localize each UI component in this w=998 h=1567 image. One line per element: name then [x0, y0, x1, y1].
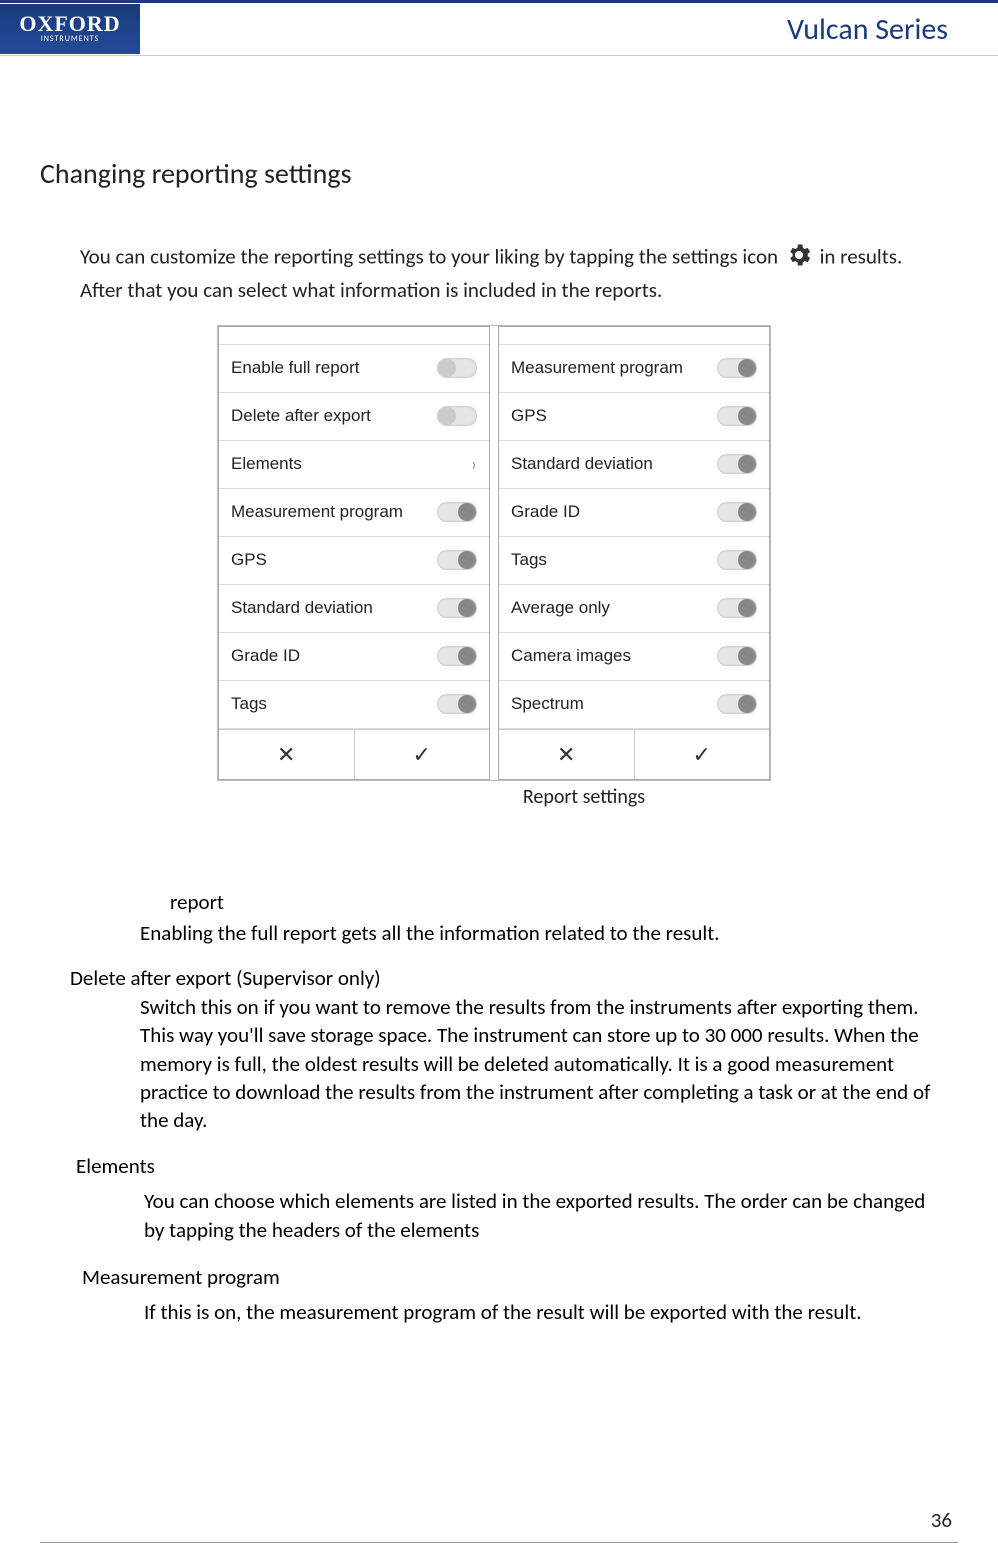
page-content: Changing reporting settings You can cust…	[0, 56, 998, 1327]
toggle-icon[interactable]	[437, 358, 477, 378]
cancel-button[interactable]: ✕	[499, 730, 635, 779]
toggle-icon[interactable]	[717, 406, 757, 426]
panel-spacer	[219, 327, 489, 345]
panel-spacer	[499, 327, 769, 345]
toggle-icon[interactable]	[437, 502, 477, 522]
toggle-icon[interactable]	[437, 598, 477, 618]
cancel-button[interactable]: ✕	[219, 730, 355, 779]
toggle-icon[interactable]	[717, 598, 757, 618]
settings-panel-right: Measurement program GPS Standard deviati…	[498, 326, 770, 780]
measurement-program-body: If this is on, the measurement program o…	[144, 1298, 948, 1327]
close-icon: ✕	[557, 741, 575, 768]
row-average-only[interactable]: Average only	[499, 585, 769, 633]
measurement-program-heading: Measurement program	[82, 1264, 948, 1290]
full-report-fragment: report	[170, 889, 948, 915]
toggle-icon[interactable]	[437, 694, 477, 714]
row-label: Tags	[511, 550, 547, 570]
confirm-button[interactable]: ✓	[635, 730, 770, 779]
toggle-icon[interactable]	[717, 550, 757, 570]
row-label: Grade ID	[511, 502, 580, 522]
toggle-icon[interactable]	[437, 550, 477, 570]
row-label: Spectrum	[511, 694, 584, 714]
row-label: Delete after export	[231, 406, 371, 426]
row-standard-deviation[interactable]: Standard deviation	[499, 441, 769, 489]
row-enable-full-report[interactable]: Enable full report	[219, 345, 489, 393]
logo-sub-text: INSTRUMENTS	[41, 35, 100, 45]
row-delete-after-export[interactable]: Delete after export	[219, 393, 489, 441]
row-label: Average only	[511, 598, 610, 618]
row-tags[interactable]: Tags	[499, 537, 769, 585]
elements-body: You can choose which elements are listed…	[144, 1187, 948, 1246]
check-icon: ✓	[693, 741, 711, 768]
chevron-right-icon: ›	[471, 453, 477, 475]
logo-main-text: OXFORD	[19, 13, 120, 35]
settings-panels: Enable full report Delete after export E…	[217, 325, 771, 781]
row-label: Camera images	[511, 646, 631, 666]
full-report-body: Enabling the full report gets all the in…	[140, 919, 948, 947]
row-label: Measurement program	[231, 502, 403, 522]
row-spectrum[interactable]: Spectrum	[499, 681, 769, 729]
report-settings-figure: r Enable full report Delete after export…	[40, 325, 948, 781]
row-label: GPS	[511, 406, 547, 426]
row-label: Tags	[231, 694, 267, 714]
elements-heading: Elements	[76, 1153, 948, 1179]
row-standard-deviation[interactable]: Standard deviation	[219, 585, 489, 633]
document-series-title: Vulcan Series	[787, 11, 948, 48]
section-heading: Changing reporting settings	[40, 156, 948, 191]
row-label: Standard deviation	[231, 598, 373, 618]
row-label: Measurement program	[511, 358, 683, 378]
row-measurement-program[interactable]: Measurement program	[499, 345, 769, 393]
intro-part1: You can customize the reporting settings…	[80, 244, 783, 270]
row-elements[interactable]: Elements ›	[219, 441, 489, 489]
close-icon: ✕	[277, 741, 295, 768]
toggle-icon[interactable]	[717, 454, 757, 474]
row-tags[interactable]: Tags	[219, 681, 489, 729]
row-measurement-program[interactable]: Measurement program	[219, 489, 489, 537]
delete-after-export-heading: Delete after export (Supervisor only)	[70, 965, 948, 991]
row-grade-id[interactable]: Grade ID	[499, 489, 769, 537]
intro-paragraph: You can customize the reporting settings…	[40, 241, 948, 305]
toggle-icon[interactable]	[717, 694, 757, 714]
gear-icon	[785, 241, 813, 276]
page-footer-rule	[40, 1542, 958, 1543]
row-label: Standard deviation	[511, 454, 653, 474]
panel-actions: ✕ ✓	[499, 729, 769, 779]
row-label: GPS	[231, 550, 267, 570]
toggle-icon[interactable]	[437, 406, 477, 426]
page-number: 36	[931, 1507, 952, 1533]
row-label: Enable full report	[231, 358, 360, 378]
row-gps[interactable]: GPS	[219, 537, 489, 585]
delete-after-export-body: Switch this on if you want to remove the…	[140, 993, 948, 1135]
toggle-icon[interactable]	[717, 646, 757, 666]
check-icon: ✓	[413, 741, 431, 768]
toggle-icon[interactable]	[717, 502, 757, 522]
row-gps[interactable]: GPS	[499, 393, 769, 441]
page-header: OXFORD INSTRUMENTS Vulcan Series	[0, 0, 998, 56]
toggle-icon[interactable]	[437, 646, 477, 666]
settings-panel-left: Enable full report Delete after export E…	[218, 326, 490, 780]
confirm-button[interactable]: ✓	[355, 730, 490, 779]
row-grade-id[interactable]: Grade ID	[219, 633, 489, 681]
row-camera-images[interactable]: Camera images	[499, 633, 769, 681]
row-label: Elements	[231, 454, 302, 474]
toggle-icon[interactable]	[717, 358, 757, 378]
row-label: Grade ID	[231, 646, 300, 666]
brand-logo: OXFORD INSTRUMENTS	[0, 4, 140, 54]
figure-caption: Report settings	[220, 785, 948, 809]
panel-actions: ✕ ✓	[219, 729, 489, 779]
